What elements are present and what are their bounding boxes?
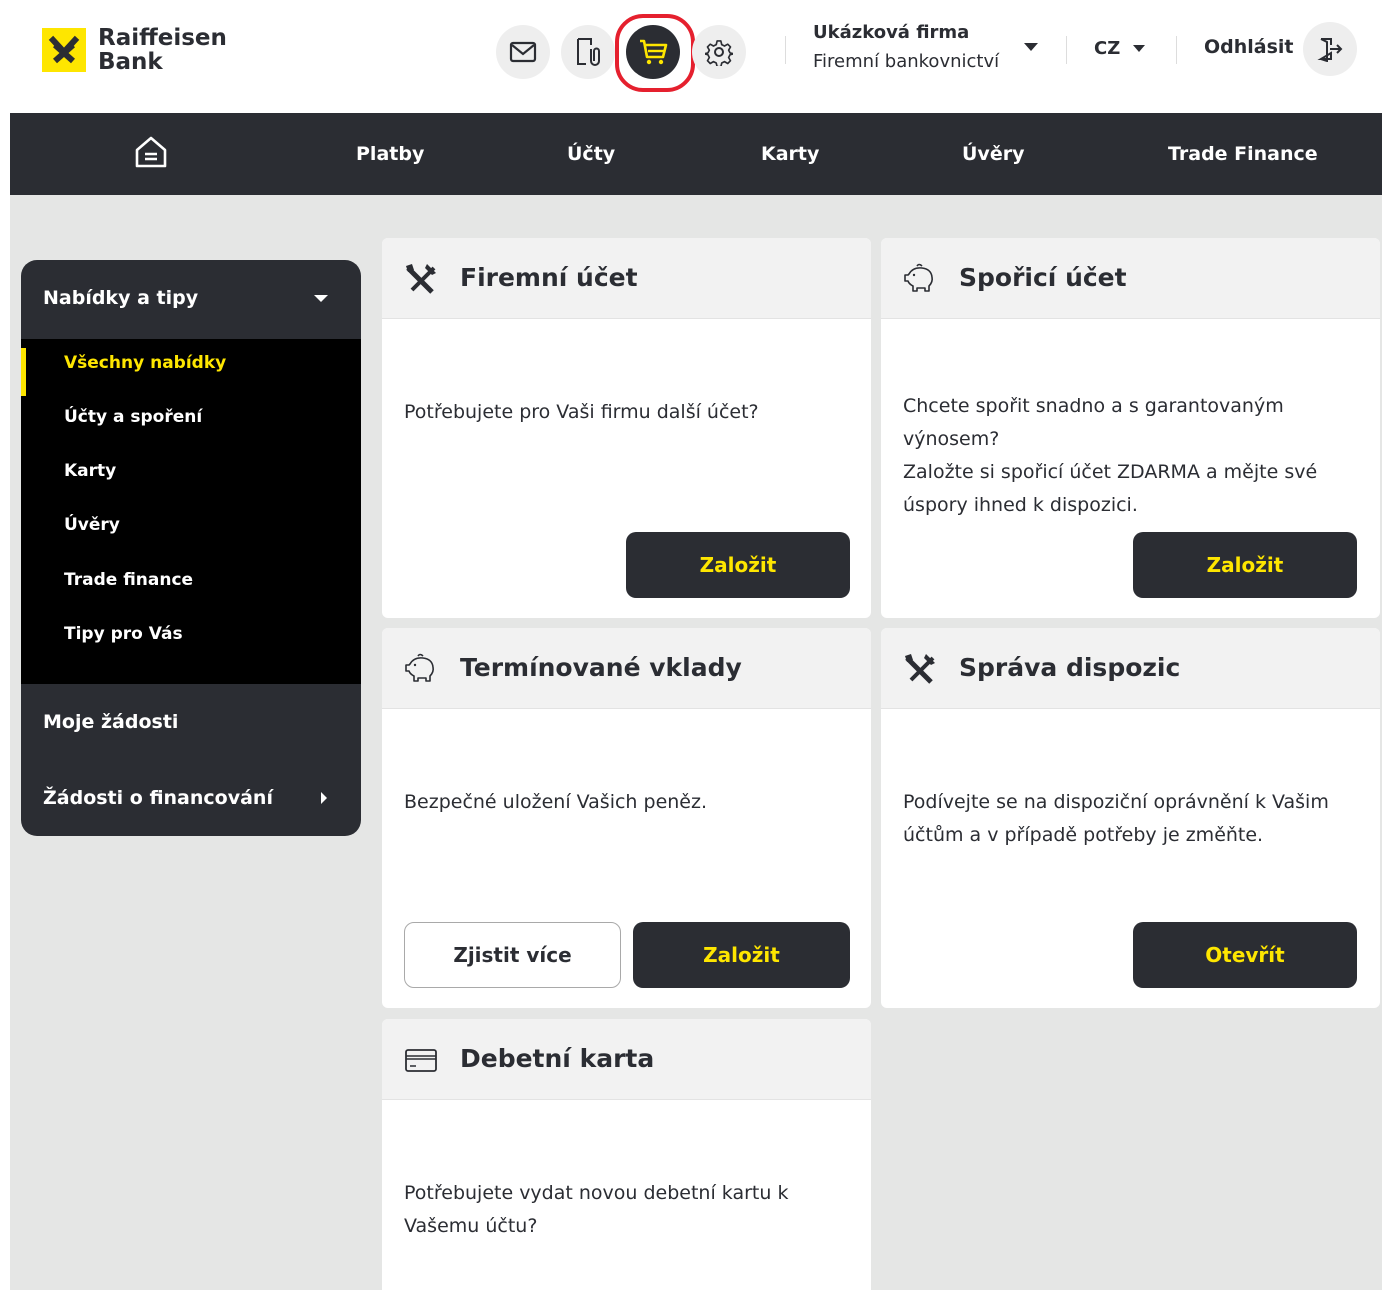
sidebar-item-uvery[interactable]: Úvěry [64, 515, 120, 535]
zalozit-button[interactable]: Založit [626, 532, 850, 598]
logout-icon[interactable] [1303, 22, 1357, 76]
offer-card-sporici-ucet: Spořicí účet Chcete spořit snadno a s ga… [881, 238, 1380, 618]
card-description: Podívejte se na dispoziční oprávnění k V… [903, 791, 1329, 846]
sidebar: Nabídky a tipy Všechny nabídky Účty a sp… [21, 260, 361, 836]
piggy-bank-icon [404, 652, 438, 686]
top-header: Raiffeisen Bank Ukázková firma Firemní b… [0, 0, 1382, 113]
nav-item-karty[interactable]: Karty [761, 143, 819, 165]
zalozit-button[interactable]: Založit [633, 922, 850, 988]
nav-item-trade-finance[interactable]: Trade Finance [1168, 143, 1318, 165]
sidebar-item-zadosti-o-financovani[interactable]: Žádosti o financování [43, 787, 273, 809]
card-header: Firemní účet [382, 238, 871, 319]
company-subtitle: Firemní bankovnictví [813, 51, 1000, 72]
tools-icon [903, 652, 937, 686]
card-header: Spořicí účet [881, 238, 1380, 319]
raiffeisen-logo[interactable]: Raiffeisen Bank [42, 26, 227, 74]
card-title: Správa dispozic [959, 653, 1181, 682]
sidebar-item-ucty-a-sporeni[interactable]: Účty a spoření [64, 407, 202, 427]
company-switcher[interactable]: Ukázková firma Firemní bankovnictví [813, 22, 999, 72]
card-header: Termínované vklady [382, 628, 871, 709]
cart-highlight-ring [615, 14, 695, 92]
otevrit-button[interactable]: Otevřít [1133, 922, 1357, 988]
card-description: Chcete spořit snadno a s garantovaným vý… [903, 395, 1318, 516]
nav-item-platby[interactable]: Platby [356, 143, 424, 165]
document-attachment-icon[interactable] [561, 25, 615, 79]
language-selector[interactable]: CZ [1094, 38, 1120, 59]
card-header: Debetní karta [382, 1019, 871, 1100]
sidebar-section-title[interactable]: Nabídky a tipy [43, 287, 198, 309]
sidebar-caret-right-icon[interactable] [321, 792, 327, 804]
offer-card-firemni-ucet: Firemní účet Potřebujete pro Vaši firmu … [382, 238, 871, 618]
card-description: Potřebujete vydat novou debetní kartu k … [404, 1182, 789, 1237]
sidebar-item-trade-finance[interactable]: Trade finance [64, 570, 193, 590]
header-separator [1066, 36, 1067, 64]
card-header: Správa dispozic [881, 628, 1380, 709]
sidebar-item-moje-zadosti[interactable]: Moje žádosti [43, 711, 178, 733]
offer-card-sprava-dispozic: Správa dispozic Podívejte se na dispozič… [881, 628, 1380, 1008]
company-name: Ukázková firma [813, 22, 970, 43]
card-description: Bezpečné uložení Vašich peněz. [404, 791, 707, 813]
offer-card-terminovane-vklady: Termínované vklady Bezpečné uložení Vaši… [382, 628, 871, 1008]
raiffeisen-logo-text: Raiffeisen Bank [98, 25, 227, 75]
main-navigation: Platby Účty Karty Úvěry Trade Finance [10, 113, 1382, 195]
raiffeisen-logo-mark [42, 28, 86, 72]
piggy-bank-icon [903, 262, 937, 296]
offer-card-debetni-karta: Debetní karta Potřebujete vydat novou de… [382, 1019, 871, 1290]
header-separator [785, 36, 786, 64]
card-title: Termínované vklady [460, 653, 742, 682]
tools-icon [404, 262, 438, 296]
card-title: Debetní karta [460, 1044, 655, 1073]
sidebar-item-tipy-pro-vas[interactable]: Tipy pro Vás [64, 624, 183, 644]
zjistit-vice-button[interactable]: Zjistit více [404, 922, 621, 988]
nav-item-ucty[interactable]: Účty [567, 143, 615, 165]
card-title: Firemní účet [460, 263, 638, 292]
card-description: Potřebujete pro Vaši firmu další účet? [404, 401, 759, 423]
mail-icon[interactable] [496, 25, 550, 79]
nav-item-uvery[interactable]: Úvěry [962, 143, 1024, 165]
card-title: Spořicí účet [959, 263, 1127, 292]
zalozit-button[interactable]: Založit [1133, 532, 1357, 598]
sidebar-caret-down-icon[interactable] [314, 295, 328, 302]
gear-icon[interactable] [692, 25, 746, 79]
logout-button[interactable]: Odhlásit [1204, 36, 1294, 58]
sidebar-item-vsechny-nabidky[interactable]: Všechny nabídky [64, 353, 226, 373]
sidebar-active-indicator [21, 348, 26, 396]
sidebar-item-karty[interactable]: Karty [64, 461, 116, 481]
credit-card-icon [404, 1043, 438, 1077]
home-icon[interactable] [134, 135, 168, 174]
sidebar-submenu: Všechny nabídky Účty a spoření Karty Úvě… [21, 339, 361, 684]
company-chevron-down-icon[interactable] [1024, 43, 1038, 51]
header-separator [1176, 36, 1177, 64]
language-chevron-down-icon[interactable] [1133, 45, 1145, 52]
